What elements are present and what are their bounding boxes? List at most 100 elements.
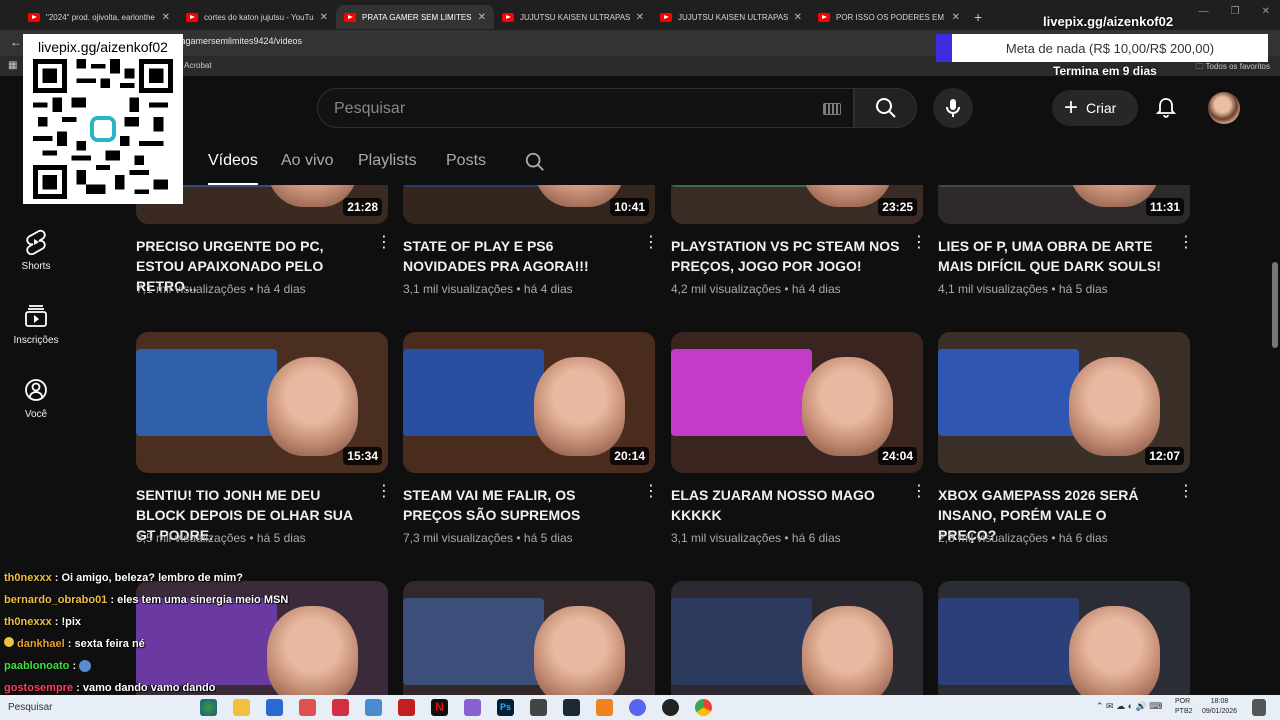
- more-options-icon[interactable]: ⋮: [1178, 484, 1194, 505]
- create-button[interactable]: + Criar: [1052, 90, 1138, 126]
- video-thumbnail[interactable]: 10:41: [403, 185, 655, 224]
- search-input[interactable]: Pesquisar: [317, 88, 854, 128]
- video-thumbnail[interactable]: 20:14: [403, 332, 655, 473]
- more-options-icon[interactable]: ⋮: [911, 484, 927, 505]
- tab-playlists[interactable]: Playlists: [358, 152, 417, 170]
- video-title[interactable]: LIES OF P, UMA OBRA DE ARTE MAIS DIFÍCIL…: [938, 236, 1168, 276]
- browser-tab[interactable]: "2024" prod. ojivolta, earlonthe ✕: [20, 5, 178, 29]
- video-thumbnail[interactable]: 24:04: [671, 332, 923, 473]
- taskbar-clock[interactable]: 18:08 09/01/2026: [1202, 697, 1237, 717]
- video-title[interactable]: PLAYSTATION VS PC STEAM NOS PREÇOS, JOGO…: [671, 236, 901, 276]
- app-icon[interactable]: [398, 699, 415, 716]
- browser-tab[interactable]: cortes do katon jujutsu - YouTu ✕: [178, 5, 336, 29]
- voice-search-button[interactable]: [933, 88, 973, 128]
- goal-label: Meta de nada (R$ 10,00/R$ 200,00): [952, 34, 1268, 62]
- nav-subscriptions[interactable]: Inscrições: [0, 303, 72, 346]
- video-card[interactable]: 20:14 STEAM VAI ME FALIR, OS PREÇOS SÃO …: [403, 332, 659, 555]
- video-title[interactable]: STEAM VAI ME FALIR, OS PREÇOS SÃO SUPREM…: [403, 485, 633, 525]
- app-icon[interactable]: [365, 699, 382, 716]
- obs-icon[interactable]: [530, 699, 547, 716]
- close-icon[interactable]: ✕: [636, 12, 644, 23]
- maximize-icon[interactable]: ❐: [1231, 6, 1240, 17]
- browser-tab[interactable]: JUJUTSU KAISEN ULTRAPASSOU ✕: [652, 5, 810, 29]
- video-thumbnail[interactable]: [403, 581, 655, 695]
- chat-user: th0nexxx: [4, 572, 52, 584]
- video-duration: 21:28: [343, 198, 382, 216]
- video-card[interactable]: [403, 581, 655, 695]
- video-title[interactable]: ELAS ZUARAM NOSSO MAGO KKKKK: [671, 485, 901, 525]
- close-icon[interactable]: ✕: [794, 12, 802, 23]
- chat-message: dankhael : sexta feira né: [4, 633, 324, 655]
- notepad-icon[interactable]: [266, 699, 283, 716]
- notifications-icon[interactable]: [1252, 699, 1266, 716]
- notifications-bell-icon[interactable]: [1154, 96, 1178, 120]
- video-thumbnail[interactable]: [671, 581, 923, 695]
- browser-tab[interactable]: POR ISSO OS PODERES EM JUJ ✕: [810, 5, 968, 29]
- tab-videos[interactable]: Vídeos: [208, 152, 258, 170]
- more-options-icon[interactable]: ⋮: [376, 235, 392, 256]
- chat-text: : !pix: [54, 616, 82, 628]
- search-button[interactable]: [854, 88, 917, 128]
- browser-tab-active[interactable]: PRATA GAMER SEM LIMITES - Y ✕: [336, 5, 494, 29]
- globe-app-icon[interactable]: [200, 699, 217, 716]
- steam-icon[interactable]: [563, 699, 580, 716]
- more-options-icon[interactable]: ⋮: [643, 484, 659, 505]
- bookmark-all-favorites[interactable]: 🗀 Todos os favoritos: [1195, 61, 1270, 75]
- page-scrollbar[interactable]: [1272, 262, 1278, 348]
- video-thumbnail[interactable]: 15:34: [136, 332, 388, 473]
- more-options-icon[interactable]: ⋮: [1178, 235, 1194, 256]
- video-card[interactable]: 11:31 LIES OF P, UMA OBRA DE ARTE MAIS D…: [938, 185, 1194, 306]
- file-explorer-icon[interactable]: [233, 699, 250, 716]
- info-badge-icon: [4, 637, 14, 647]
- nav-shorts[interactable]: Shorts: [0, 229, 72, 272]
- chat-user: bernardo_obrabo01: [4, 594, 108, 606]
- app-icon[interactable]: [662, 699, 679, 716]
- video-card[interactable]: 12:07 XBOX GAMEPASS 2026 SERÁ INSANO, PO…: [938, 332, 1194, 555]
- nav-you[interactable]: Você: [0, 377, 72, 420]
- video-views: 4,1 mil visualizações: [938, 282, 1049, 296]
- close-icon[interactable]: ✕: [952, 12, 960, 23]
- netflix-icon[interactable]: N: [431, 699, 448, 716]
- app-icon[interactable]: [464, 699, 481, 716]
- video-thumbnail[interactable]: 12:07: [938, 332, 1190, 473]
- close-icon[interactable]: ✕: [162, 12, 170, 23]
- keyboard-icon[interactable]: [823, 103, 841, 115]
- avatar[interactable]: [1208, 92, 1240, 124]
- close-icon[interactable]: ✕: [478, 12, 486, 23]
- video-card[interactable]: [938, 581, 1190, 695]
- photoshop-icon[interactable]: Ps: [497, 699, 514, 716]
- video-thumbnail[interactable]: [938, 581, 1190, 695]
- app-icon[interactable]: [299, 699, 316, 716]
- more-options-icon[interactable]: ⋮: [376, 484, 392, 505]
- calendar-app-icon[interactable]: [332, 699, 349, 716]
- new-tab-button[interactable]: +: [974, 9, 982, 25]
- bookmark-acrobat[interactable]: Acrobat: [184, 61, 212, 70]
- video-thumbnail[interactable]: 23:25: [671, 185, 923, 224]
- video-card[interactable]: 15:34 SENTIU! TIO JONH ME DEU BLOCK DEPO…: [136, 332, 392, 555]
- close-window-icon[interactable]: ✕: [1262, 6, 1270, 17]
- chrome-icon[interactable]: [695, 699, 712, 716]
- video-card[interactable]: 24:04 ELAS ZUARAM NOSSO MAGO KKKKK ⋮ 3,1…: [671, 332, 927, 555]
- back-icon[interactable]: ←: [10, 35, 22, 49]
- close-icon[interactable]: ✕: [320, 12, 328, 23]
- video-card[interactable]: 10:41 STATE OF PLAY E PS6 NOVIDADES PRA …: [403, 185, 659, 306]
- tab-live[interactable]: Ao vivo: [281, 152, 333, 170]
- system-tray-icons[interactable]: ⌃ ✉ ☁ ◐ 🔊 ⌨: [1096, 701, 1162, 712]
- url-field[interactable]: tagamersemlimites9424/videos: [178, 36, 302, 46]
- app-icon[interactable]: [596, 699, 613, 716]
- browser-tab[interactable]: JUJUTSU KAISEN ULTRAPASSOU ✕: [494, 5, 652, 29]
- minimize-icon[interactable]: —: [1199, 6, 1209, 17]
- video-thumbnail[interactable]: 11:31: [938, 185, 1190, 224]
- input-language[interactable]: POR PTB2: [1175, 697, 1193, 717]
- video-card[interactable]: [671, 581, 923, 695]
- chat-user: th0nexxx: [4, 616, 52, 628]
- channel-search-icon[interactable]: [524, 151, 546, 173]
- discord-icon[interactable]: [629, 699, 646, 716]
- taskbar-search[interactable]: Pesquisar: [4, 698, 194, 717]
- video-title[interactable]: STATE OF PLAY E PS6 NOVIDADES PRA AGORA!…: [403, 236, 633, 276]
- apps-icon[interactable]: ▦: [8, 60, 17, 71]
- tab-posts[interactable]: Posts: [446, 152, 486, 170]
- more-options-icon[interactable]: ⋮: [911, 235, 927, 256]
- more-options-icon[interactable]: ⋮: [643, 235, 659, 256]
- video-card[interactable]: 23:25 PLAYSTATION VS PC STEAM NOS PREÇOS…: [671, 185, 927, 306]
